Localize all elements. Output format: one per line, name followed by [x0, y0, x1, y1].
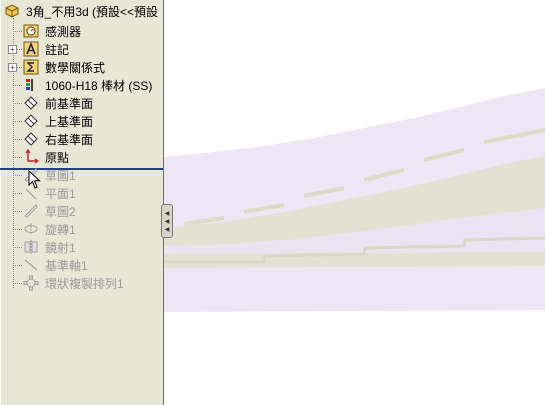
tree-item-axis1[interactable]: 基準軸1: [0, 256, 163, 274]
tree-item-revolve1[interactable]: 旋轉1: [0, 220, 163, 238]
sketch-icon: [23, 203, 39, 219]
tree-item-label: 草圖2: [45, 204, 76, 219]
plane-icon: [23, 131, 39, 147]
tree-item-label: 右基準面: [45, 132, 94, 147]
mouse-cursor-icon: [28, 170, 41, 189]
part-icon: [4, 3, 20, 19]
tree-item-sketch1[interactable]: 草圖1: [0, 166, 163, 184]
origin-icon: [23, 149, 39, 165]
panel-collapse-handle[interactable]: ◀ ◀ ◀: [161, 204, 173, 238]
expand-toggle[interactable]: +: [8, 62, 17, 72]
tree-item-label: 平面1: [45, 186, 76, 201]
tree-item-equations[interactable]: + 數學關係式: [0, 58, 163, 76]
circular-pattern-icon: [23, 275, 39, 291]
tree-item-circular-pattern1[interactable]: 環狀複製排列1: [0, 274, 163, 292]
feature-manager-tree: 3角_不用3d (預設<<預設 感測器 + 註記 + 數學關係式 1060-H1…: [0, 0, 164, 405]
plane-icon: [23, 113, 39, 129]
tree-item-label: 數學關係式: [45, 60, 106, 75]
tree-item-label: 1060-H18 棒材 (SS): [45, 78, 153, 93]
tree-item-label: 感測器: [45, 24, 82, 39]
tree-item-sketch2[interactable]: 草圖2: [0, 202, 163, 220]
model-render: [164, 0, 545, 405]
tree-item-label: 草圖1: [45, 168, 76, 183]
expand-toggle[interactable]: +: [8, 44, 17, 54]
tree-item-right-plane[interactable]: 右基準面: [0, 130, 163, 148]
tree-item-origin[interactable]: 原點: [0, 148, 163, 166]
annotation-icon: [23, 41, 39, 57]
chevron-left-icon: ◀: [164, 218, 170, 225]
tree-item-label: 註記: [45, 42, 70, 57]
tree-item-front-plane[interactable]: 前基準面: [0, 94, 163, 112]
equation-icon: [23, 59, 39, 75]
tree-item-label: 環狀複製排列1: [45, 276, 124, 291]
tree-item-label: 基準軸1: [45, 258, 88, 273]
tree-item-mirror1[interactable]: 鏡射1: [0, 238, 163, 256]
tree-item-label: 旋轉1: [45, 222, 76, 237]
axis-icon: [23, 257, 39, 273]
plane-icon: [23, 95, 39, 111]
tree-item-label: 鏡射1: [45, 240, 76, 255]
tree-item-material[interactable]: 1060-H18 棒材 (SS): [0, 76, 163, 94]
tree-root-label: 3角_不用3d (預設<<預設: [26, 4, 159, 19]
material-icon: [23, 77, 39, 93]
tree-item-sensors[interactable]: 感測器: [0, 22, 163, 40]
tree-item-top-plane[interactable]: 上基準面: [0, 112, 163, 130]
graphics-viewport[interactable]: [164, 0, 545, 405]
chevron-left-icon: ◀: [164, 226, 170, 233]
tree-item-label: 前基準面: [45, 96, 94, 111]
tree-item-label: 上基準面: [45, 114, 94, 129]
chevron-left-icon: ◀: [164, 210, 170, 217]
mirror-icon: [23, 239, 39, 255]
tree-item-label: 原點: [45, 150, 70, 165]
sensor-icon: [23, 23, 39, 39]
tree-root-part[interactable]: 3角_不用3d (預設<<預設: [0, 2, 163, 20]
tree-item-plane1[interactable]: 平面1: [0, 184, 163, 202]
revolve-icon: [23, 221, 39, 237]
tree-item-annotations[interactable]: + 註記: [0, 40, 163, 58]
